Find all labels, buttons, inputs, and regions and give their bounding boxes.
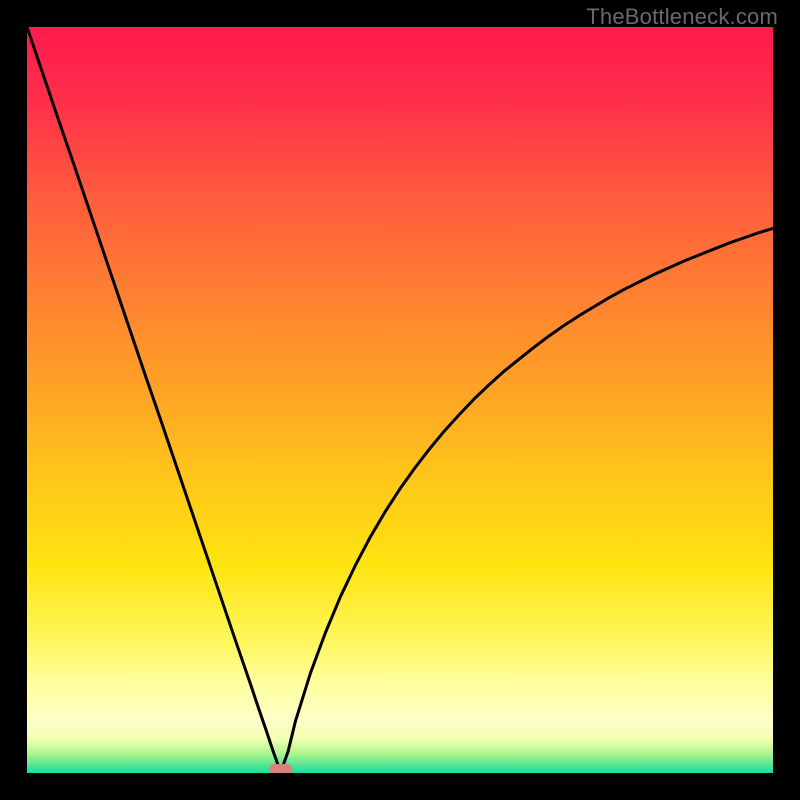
bottleneck-chart-svg bbox=[27, 27, 773, 773]
chart-container: TheBottleneck.com bbox=[0, 0, 800, 800]
optimal-marker bbox=[269, 764, 293, 773]
plot-area bbox=[27, 27, 773, 773]
gradient-background bbox=[27, 27, 773, 773]
watermark-text: TheBottleneck.com bbox=[586, 4, 778, 30]
